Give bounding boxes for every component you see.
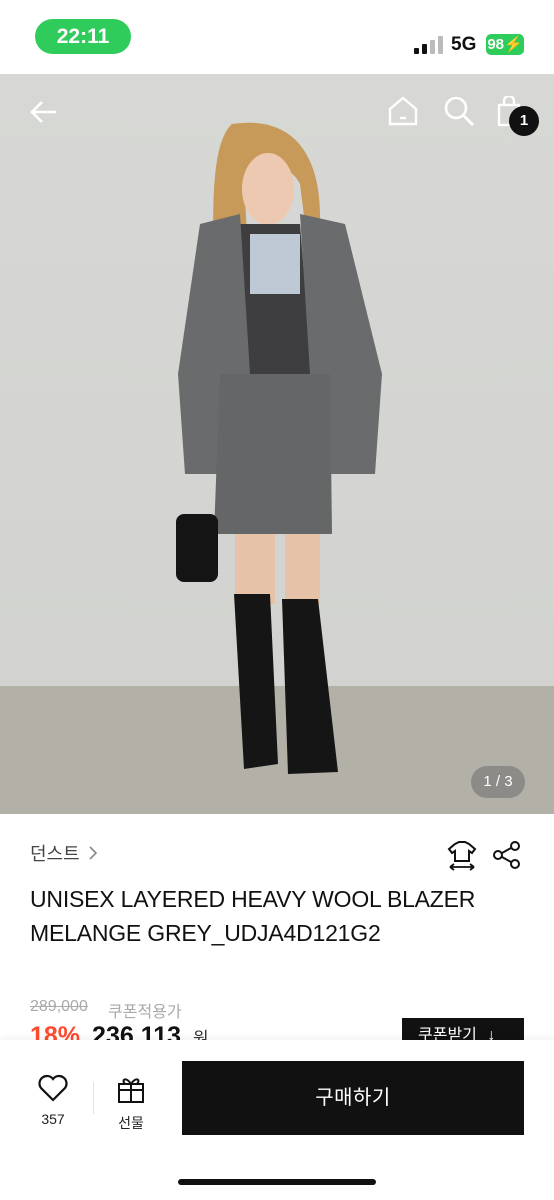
- chevron-right-icon: [89, 846, 97, 860]
- like-count: 357: [41, 1111, 65, 1127]
- divider: [93, 1082, 94, 1114]
- battery-icon: 98⚡: [486, 34, 524, 55]
- back-arrow-icon[interactable]: [28, 96, 60, 128]
- size-guide-icon[interactable]: [446, 839, 478, 871]
- brand-name: 던스트: [30, 844, 80, 864]
- status-time: 22:11: [35, 19, 131, 54]
- product-image-gallery[interactable]: 1 / 3: [0, 74, 554, 814]
- gift-icon: [118, 1078, 144, 1103]
- battery-level: 98: [487, 36, 504, 53]
- cart-count-badge: 1: [509, 106, 539, 136]
- product-title: UNISEX LAYERED HEAVY WOOL BLAZER MELANGE…: [30, 886, 476, 946]
- home-indicator: [178, 1179, 376, 1185]
- brand-link[interactable]: 던스트: [30, 840, 98, 866]
- buy-button[interactable]: 구매하기: [182, 1061, 524, 1135]
- original-price: 289,000: [30, 998, 88, 1015]
- share-icon[interactable]: [492, 840, 522, 870]
- signal-icon: [414, 36, 444, 54]
- image-counter: 1 / 3: [471, 766, 525, 798]
- heart-icon: [38, 1074, 68, 1102]
- gift-button[interactable]: 선물: [104, 1074, 158, 1133]
- network-label: 5G: [451, 34, 477, 55]
- product-photo: [0, 122, 554, 814]
- gift-label: 선물: [118, 1115, 144, 1131]
- status-bar: 22:11 5G 98⚡: [0, 0, 554, 74]
- home-icon[interactable]: [386, 94, 420, 128]
- coupon-price-label: 쿠폰적용가: [108, 1004, 182, 1021]
- search-icon[interactable]: [442, 94, 476, 128]
- like-button[interactable]: 357: [26, 1074, 80, 1127]
